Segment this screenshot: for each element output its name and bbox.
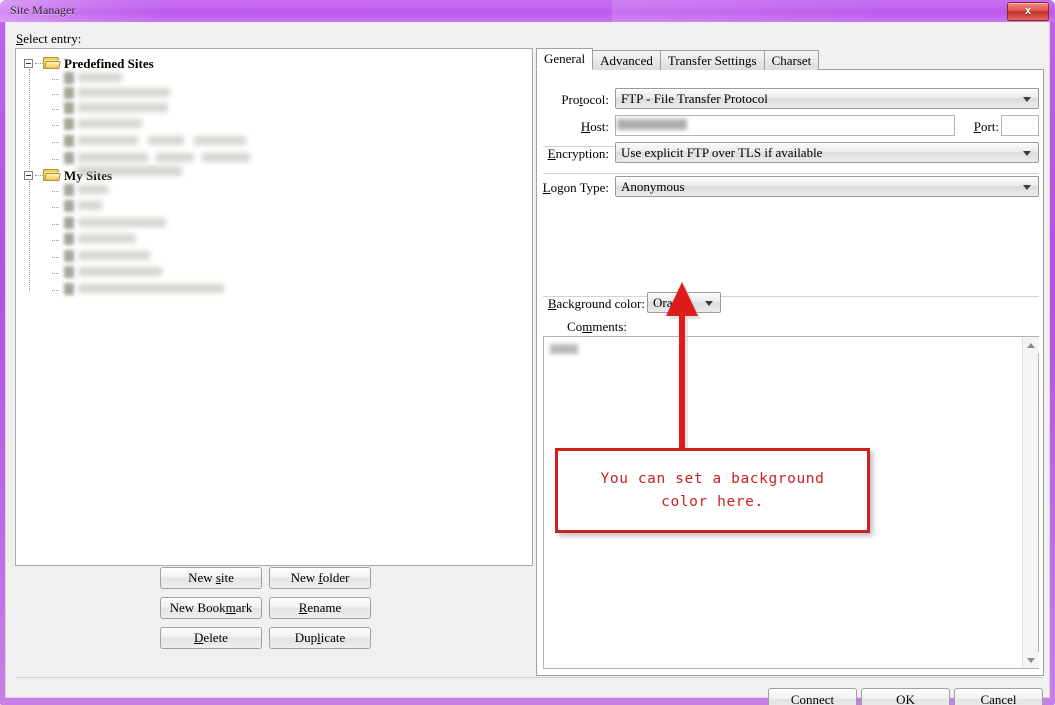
rename-button-label: Rename: [298, 600, 342, 615]
cancel-button[interactable]: Cancel: [954, 688, 1043, 705]
scroll-down-icon[interactable]: [1023, 652, 1039, 668]
logon-type-label: Logon Type:: [542, 180, 609, 195]
divider: [543, 173, 1039, 174]
host-redacted-overlay: [617, 119, 687, 130]
ok-button-label: OK: [896, 691, 915, 705]
tab-transfer-settings-label: Transfer Settings: [667, 52, 757, 68]
protocol-select-value: FTP - File Transfer Protocol: [621, 90, 768, 106]
tree-vline: [29, 69, 30, 169]
annotation-callout-text: You can set a background color here.: [601, 468, 825, 513]
tree-connector: [35, 174, 43, 177]
tab-general[interactable]: General: [536, 48, 594, 70]
site-tree[interactable]: Predefined Sites My: [15, 48, 533, 566]
tab-advanced-label: Advanced: [600, 52, 653, 68]
collapse-icon[interactable]: [24, 171, 33, 180]
background-color-label: Background color:: [547, 296, 645, 311]
tree-redacted-overlay: [76, 166, 182, 176]
tab-general-label: General: [544, 51, 586, 66]
new-bookmark-button[interactable]: New Bookmark: [160, 597, 262, 619]
port-input[interactable]: [1001, 115, 1039, 136]
select-entry-label: Select entry:: [16, 31, 82, 46]
dialog-client-area: Select entry: Predefined Sites My New si…: [5, 22, 1050, 705]
ok-button[interactable]: OK: [861, 688, 950, 705]
annotation-line-1: You can set a background: [600, 471, 825, 488]
comments-label: Comments:: [567, 319, 627, 334]
delete-button-label: Delete: [194, 630, 228, 645]
close-icon-glyph: x: [1024, 5, 1032, 17]
duplicate-button[interactable]: Duplicate: [269, 627, 371, 649]
tab-charset-label: Charset: [771, 52, 812, 68]
chevron-down-icon: [1023, 184, 1031, 190]
close-icon[interactable]: x: [1007, 2, 1049, 21]
new-bookmark-button-label: New Bookmark: [169, 600, 253, 615]
connect-button-label: Connect: [790, 691, 835, 705]
site-manager-window: Site Manager x Select entry: Predefined …: [0, 0, 1055, 705]
window-title: Site Manager: [10, 3, 76, 17]
rename-button[interactable]: Rename: [269, 597, 371, 619]
tab-transfer-settings[interactable]: Transfer Settings: [659, 50, 765, 70]
cancel-button-label: Cancel: [980, 691, 1017, 705]
port-label: Port:: [973, 119, 999, 134]
site-settings-pane: General Advanced Transfer Settings Chars…: [536, 48, 1044, 676]
connect-button[interactable]: Connect: [768, 688, 857, 705]
background-color-select-value: Orange: [653, 294, 692, 310]
folder-icon: [43, 57, 61, 70]
background-color-select[interactable]: Orange: [647, 292, 721, 313]
new-site-button-label: New site: [188, 570, 234, 585]
new-folder-button-label: New folder: [290, 570, 350, 585]
new-folder-button[interactable]: New folder: [269, 567, 371, 589]
collapse-icon[interactable]: [24, 59, 33, 68]
encryption-label: Encryption:: [547, 146, 609, 161]
tab-advanced[interactable]: Advanced: [592, 50, 661, 70]
scroll-up-icon[interactable]: [1023, 337, 1039, 353]
tab-charset[interactable]: Charset: [763, 50, 820, 70]
chevron-down-icon: [1023, 150, 1031, 156]
folder-icon: [43, 169, 61, 182]
annotation-callout: You can set a background color here.: [555, 448, 870, 533]
new-site-button[interactable]: New site: [160, 567, 262, 589]
encryption-select[interactable]: Use explicit FTP over TLS if available: [615, 142, 1039, 163]
host-label: Host:: [580, 119, 609, 134]
annotation-line-2: color here.: [661, 493, 764, 510]
protocol-label: Protocol:: [561, 92, 609, 107]
protocol-select[interactable]: FTP - File Transfer Protocol: [615, 88, 1039, 109]
tree-node-label: Predefined Sites: [64, 55, 154, 71]
screenshot-root: Site Manager x Select entry: Predefined …: [0, 0, 1055, 705]
settings-tabstrip: General Advanced Transfer Settings Chars…: [536, 48, 820, 70]
encryption-select-value: Use explicit FTP over TLS if available: [621, 144, 823, 160]
general-tab-panel: Protocol: FTP - File Transfer Protocol H…: [536, 69, 1044, 676]
duplicate-button-label: Duplicate: [294, 630, 346, 645]
comments-scrollbar[interactable]: [1022, 337, 1039, 668]
chevron-down-icon: [705, 300, 713, 306]
window-titlebar[interactable]: Site Manager x: [0, 0, 1055, 22]
comments-redacted-overlay: [550, 344, 578, 354]
delete-button[interactable]: Delete: [160, 627, 262, 649]
tree-connector: [35, 62, 43, 65]
logon-type-select-value: Anonymous: [621, 178, 685, 194]
footer-divider: [15, 677, 1042, 678]
logon-type-select[interactable]: Anonymous: [615, 176, 1039, 197]
tree-node-predefined-sites[interactable]: Predefined Sites: [24, 55, 154, 72]
chevron-down-icon: [1023, 96, 1031, 102]
tree-vline: [29, 181, 30, 291]
